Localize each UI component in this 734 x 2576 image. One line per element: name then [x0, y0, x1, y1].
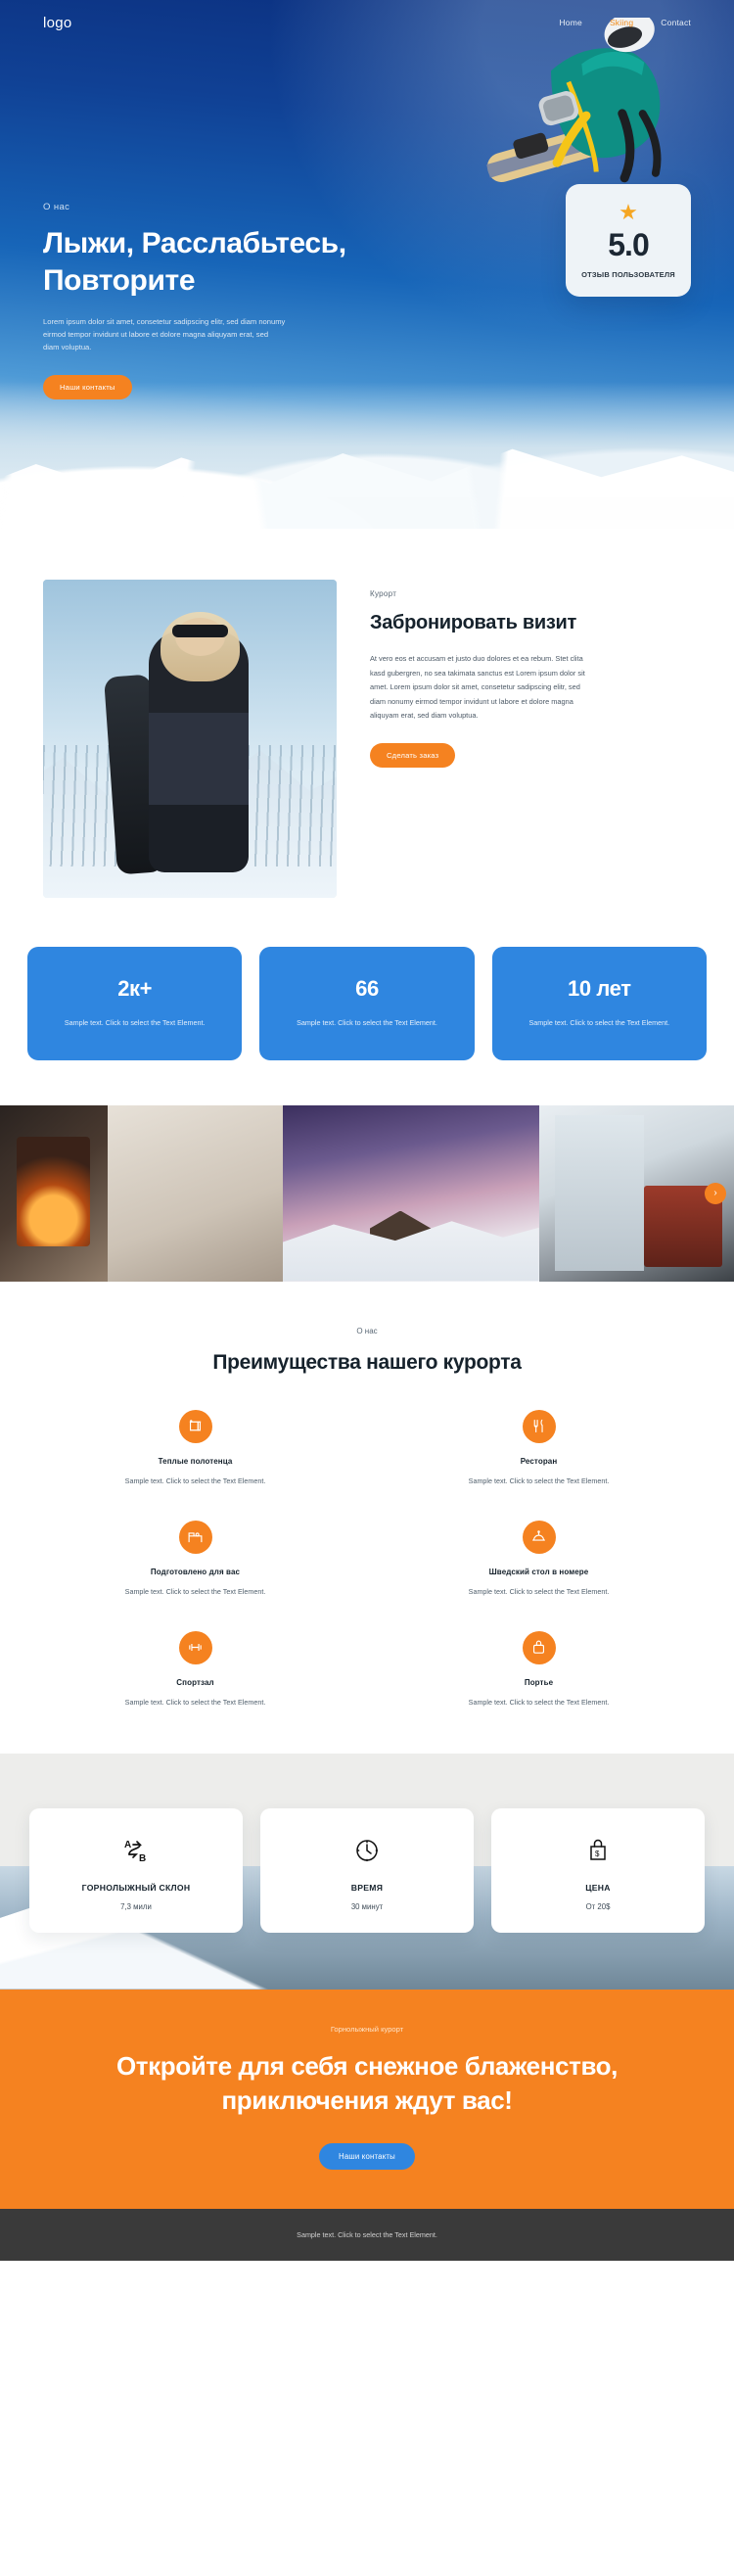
- amenity-name: Теплые полотенца: [158, 1456, 233, 1466]
- cta-section: Горнолыжный курорт Откройте для себя сне…: [0, 1989, 734, 2210]
- stat-text: Sample text. Click to select the Text El…: [64, 1018, 206, 1027]
- site-footer: Sample text. Click to select the Text El…: [0, 2209, 734, 2262]
- stat-card: 66 Sample text. Click to select the Text…: [259, 947, 475, 1060]
- stat-number: 66: [355, 976, 379, 1001]
- nav-link-contact[interactable]: Contact: [661, 18, 691, 27]
- nav-links: Home Skiing Contact: [559, 18, 691, 27]
- info-band-section: A B ГОРНОЛЫЖНЫЙ СКЛОН 7,3 мили ВРЕМЯ 30 …: [0, 1753, 734, 1990]
- main-navigation[interactable]: logo Home Skiing Contact: [0, 0, 734, 45]
- route-a-to-b-icon: A B: [43, 1834, 229, 1867]
- amenity-name: Ресторан: [520, 1456, 558, 1466]
- amenity-text: Sample text. Click to select the Text El…: [124, 1586, 266, 1596]
- hero-contacts-button[interactable]: Наши контакты: [43, 375, 132, 400]
- info-card-name: ВРЕМЯ: [350, 1882, 384, 1893]
- svg-text:$: $: [595, 1850, 600, 1858]
- gallery-section: ›: [0, 1104, 734, 1282]
- hero-title: Лыжи, Расслабьтесь, Повторите: [43, 227, 346, 297]
- amenity-gym: Спортзал Sample text. Click to select th…: [43, 1630, 347, 1707]
- stats-section: 2к+ Sample text. Click to select the Tex…: [0, 937, 734, 1105]
- info-card-price: $ ЦЕНА От 20$: [491, 1807, 705, 1933]
- restaurant-icon: [522, 1409, 556, 1443]
- hero-mountain-backdrop: [0, 382, 734, 529]
- info-card-time: ВРЕМЯ 30 минут: [260, 1807, 474, 1933]
- stat-number: 2к+: [117, 976, 153, 1001]
- amenity-name: Подготовлено для вас: [150, 1567, 241, 1576]
- amenities-section: О нас Преимущества нашего курорта Теплые…: [0, 1282, 734, 1754]
- info-card-slope: A B ГОРНОЛЫЖНЫЙ СКЛОН 7,3 мили: [29, 1807, 243, 1933]
- cta-title: Откройте для себя снежное блаженство, пр…: [115, 2050, 618, 2115]
- booking-description: At vero eos et accusam et justo duo dolo…: [370, 654, 585, 721]
- snowboarder-photo: [43, 580, 337, 898]
- amenity-name: Спортзал: [176, 1677, 214, 1687]
- gallery-image-village[interactable]: [282, 1104, 539, 1282]
- clock-icon: [274, 1834, 460, 1867]
- amenity-text: Sample text. Click to select the Text El…: [468, 1586, 610, 1596]
- rating-value: 5.0: [608, 227, 649, 262]
- amenity-room-buffet: Шведский стол в номере Sample text. Clic…: [387, 1520, 691, 1596]
- amenity-text: Sample text. Click to select the Text El…: [124, 1697, 266, 1707]
- star-icon: ★: [619, 200, 638, 224]
- gallery-image-fireplace[interactable]: [0, 1104, 283, 1282]
- site-logo[interactable]: logo: [43, 15, 72, 31]
- amenity-prepared-for-you: Подготовлено для вас Sample text. Click …: [43, 1520, 347, 1596]
- booking-text: Курорт Забронировать визит At vero eos e…: [370, 580, 691, 768]
- amenity-name: Портье: [524, 1677, 554, 1687]
- booking-order-button[interactable]: Сделать заказ: [370, 742, 456, 768]
- hero-description: Lorem ipsum dolor sit amet, consetetur s…: [43, 316, 286, 352]
- booking-section: Курорт Забронировать визит At vero eos e…: [0, 529, 734, 937]
- amenity-text: Sample text. Click to select the Text El…: [468, 1697, 610, 1707]
- landing-page: logo Home Skiing Contact О нас Лыжи, Рас…: [0, 0, 734, 2262]
- hero-section: logo Home Skiing Contact О нас Лыжи, Рас…: [0, 0, 734, 529]
- rating-label: ОТЗЫВ ПОЛЬЗОВАТЕЛЯ: [581, 270, 675, 279]
- booking-title: Забронировать визит: [370, 612, 576, 633]
- chevron-right-icon[interactable]: ›: [705, 1182, 726, 1204]
- footer-text: Sample text. Click to select the Text El…: [297, 2230, 437, 2240]
- info-card-value: 7,3 мили: [120, 1901, 152, 1911]
- amenities-grid: Теплые полотенца Sample text. Click to s…: [43, 1409, 691, 1707]
- amenity-name: Шведский стол в номере: [488, 1567, 589, 1576]
- booking-eyebrow: Курорт: [370, 589, 397, 598]
- info-card-name: ЦЕНА: [585, 1882, 611, 1893]
- stat-number: 10 лет: [568, 976, 631, 1001]
- info-cards: A B ГОРНОЛЫЖНЫЙ СКЛОН 7,3 мили ВРЕМЯ 30 …: [29, 1807, 705, 1933]
- info-card-value: От 20$: [585, 1901, 611, 1911]
- porter-icon: [522, 1630, 556, 1664]
- amenity-warm-towels: Теплые полотенца Sample text. Click to s…: [43, 1409, 347, 1485]
- amenities-eyebrow: О нас: [356, 1326, 378, 1335]
- cta-eyebrow: Горнолыжный курорт: [330, 2024, 404, 2034]
- gym-icon: [178, 1630, 212, 1664]
- info-card-name: ГОРНОЛЫЖНЫЙ СКЛОН: [81, 1882, 191, 1893]
- rating-card: ★ 5.0 ОТЗЫВ ПОЛЬЗОВАТЕЛЯ: [566, 184, 691, 298]
- amenities-title: Преимущества нашего курорта: [212, 1350, 522, 1374]
- price-tag-icon: $: [505, 1834, 691, 1867]
- bed-prepared-icon: [178, 1520, 212, 1554]
- amenity-text: Sample text. Click to select the Text El…: [124, 1475, 266, 1485]
- stat-text: Sample text. Click to select the Text El…: [297, 1018, 437, 1027]
- nav-link-skiing[interactable]: Skiing: [610, 18, 633, 27]
- nav-link-home[interactable]: Home: [559, 18, 581, 27]
- stat-card: 2к+ Sample text. Click to select the Tex…: [27, 947, 243, 1060]
- info-card-value: 30 минут: [350, 1901, 384, 1911]
- amenity-text: Sample text. Click to select the Text El…: [468, 1475, 610, 1485]
- room-service-icon: [522, 1520, 556, 1554]
- towel-icon: [178, 1409, 212, 1443]
- amenity-restaurant: Ресторан Sample text. Click to select th…: [387, 1409, 691, 1485]
- stat-card: 10 лет Sample text. Click to select the …: [491, 947, 707, 1060]
- svg-text:A: A: [124, 1840, 131, 1850]
- cta-contacts-button[interactable]: Наши контакты: [319, 2143, 415, 2171]
- stat-text: Sample text. Click to select the Text El…: [528, 1018, 670, 1027]
- amenity-porter: Портье Sample text. Click to select the …: [387, 1630, 691, 1707]
- svg-text:B: B: [139, 1853, 146, 1863]
